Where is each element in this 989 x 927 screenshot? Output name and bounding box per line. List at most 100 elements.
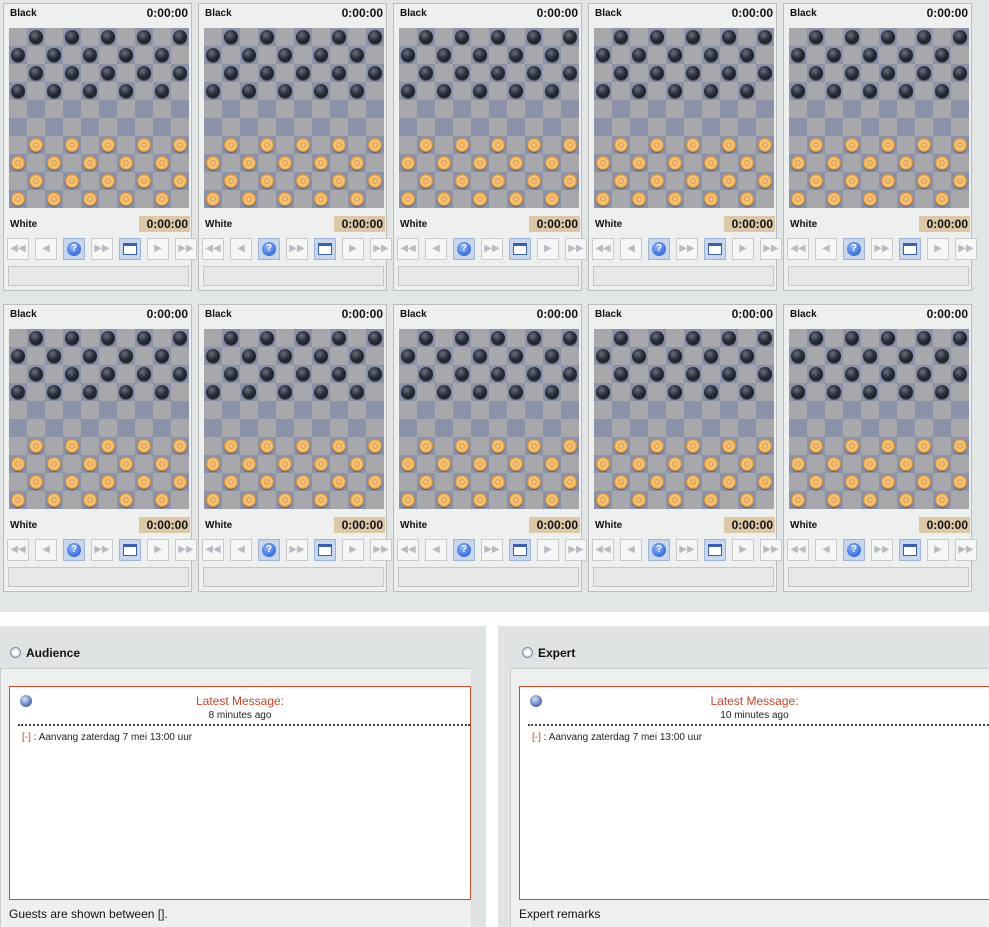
board-square[interactable] [117,473,135,491]
board-square[interactable] [666,136,684,154]
board-square[interactable] [525,491,543,509]
board-square[interactable] [222,455,240,473]
white-piece[interactable] [791,457,805,471]
checkers-board[interactable] [594,28,774,208]
board-square[interactable] [222,401,240,419]
black-piece[interactable] [11,48,25,62]
white-piece[interactable] [881,475,895,489]
black-piece[interactable] [65,367,79,381]
board-square[interactable] [294,491,312,509]
black-piece[interactable] [155,349,169,363]
board-square[interactable] [861,437,879,455]
board-square[interactable] [294,82,312,100]
board-square[interactable] [861,82,879,100]
board-square[interactable] [720,64,738,82]
flip-board-button[interactable]: ▶▶ [871,238,893,260]
board-square[interactable] [843,28,861,46]
black-piece[interactable] [563,30,577,44]
board-square[interactable] [366,64,384,82]
board-square[interactable] [453,347,471,365]
board-square[interactable] [843,437,861,455]
white-piece[interactable] [206,493,220,507]
checkers-board[interactable] [789,329,969,509]
board-square[interactable] [702,455,720,473]
board-square[interactable] [135,365,153,383]
board-square[interactable] [63,190,81,208]
board-square[interactable] [9,64,27,82]
white-piece[interactable] [260,439,274,453]
black-piece[interactable] [368,66,382,80]
help-button[interactable]: ? [63,238,85,260]
board-square[interactable] [117,28,135,46]
black-piece[interactable] [401,349,415,363]
board-square[interactable] [951,64,969,82]
black-piece[interactable] [419,66,433,80]
black-piece[interactable] [527,367,541,381]
white-piece[interactable] [704,192,718,206]
board-square[interactable] [648,419,666,437]
board-square[interactable] [525,82,543,100]
black-piece[interactable] [350,349,364,363]
board-square[interactable] [594,419,612,437]
help-button[interactable]: ? [648,539,670,561]
board-square[interactable] [417,136,435,154]
board-square[interactable] [81,383,99,401]
board-square[interactable] [684,172,702,190]
white-piece[interactable] [65,439,79,453]
board-square[interactable] [117,329,135,347]
black-piece[interactable] [491,30,505,44]
board-square[interactable] [630,365,648,383]
board-square[interactable] [666,64,684,82]
board-square[interactable] [789,491,807,509]
board-square[interactable] [471,172,489,190]
black-piece[interactable] [881,30,895,44]
board-square[interactable] [204,28,222,46]
board-square[interactable] [756,64,774,82]
board-square[interactable] [561,28,579,46]
white-piece[interactable] [545,457,559,471]
board-square[interactable] [45,491,63,509]
board-square[interactable] [594,28,612,46]
white-piece[interactable] [632,156,646,170]
board-square[interactable] [471,437,489,455]
board-square[interactable] [222,82,240,100]
white-piece[interactable] [740,156,754,170]
board-square[interactable] [507,383,525,401]
board-square[interactable] [543,136,561,154]
board-square[interactable] [933,401,951,419]
board-square[interactable] [435,118,453,136]
board-square[interactable] [594,190,612,208]
board-square[interactable] [240,172,258,190]
white-piece[interactable] [845,439,859,453]
black-piece[interactable] [101,367,115,381]
black-piece[interactable] [509,349,523,363]
board-square[interactable] [117,383,135,401]
board-square[interactable] [630,46,648,64]
board-square[interactable] [45,172,63,190]
board-square[interactable] [915,190,933,208]
black-piece[interactable] [137,30,151,44]
board-square[interactable] [861,401,879,419]
board-square[interactable] [153,491,171,509]
white-piece[interactable] [686,174,700,188]
black-piece[interactable] [632,48,646,62]
white-piece[interactable] [401,457,415,471]
black-piece[interactable] [881,66,895,80]
board-square[interactable] [897,365,915,383]
black-piece[interactable] [650,367,664,381]
board-square[interactable] [702,100,720,118]
board-square[interactable] [684,473,702,491]
previous-move-button[interactable]: ◀ [230,539,252,561]
board-square[interactable] [612,419,630,437]
black-piece[interactable] [173,66,187,80]
board-square[interactable] [630,190,648,208]
board-square[interactable] [222,118,240,136]
board-square[interactable] [294,437,312,455]
board-square[interactable] [594,100,612,118]
board-square[interactable] [153,347,171,365]
board-square[interactable] [648,437,666,455]
black-piece[interactable] [401,385,415,399]
board-square[interactable] [366,383,384,401]
white-piece[interactable] [740,192,754,206]
white-piece[interactable] [437,457,451,471]
